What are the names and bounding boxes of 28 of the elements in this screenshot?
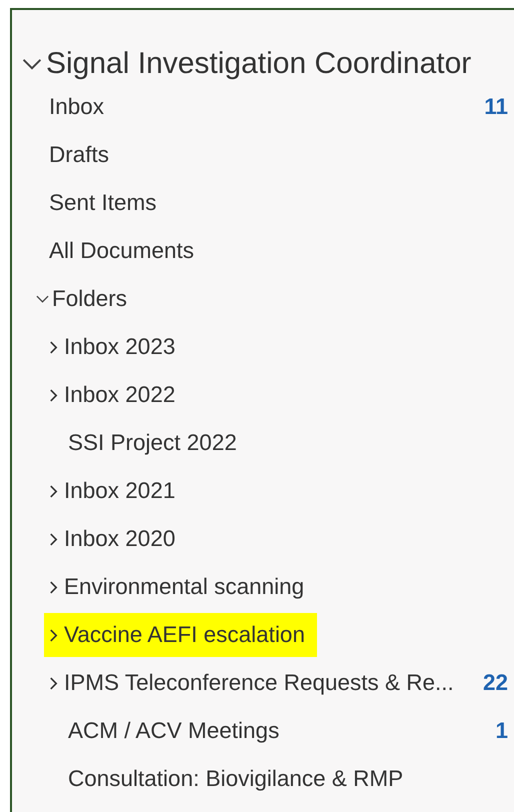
unread-count: 11 [484,94,508,120]
chevron-right-icon[interactable] [49,388,58,402]
chevron-right-icon[interactable] [49,340,58,354]
chevron-right-icon[interactable] [49,676,58,690]
folder-item[interactable]: Inbox 2023 [12,325,508,369]
folder-item[interactable]: Sent Items [12,181,508,225]
folder-item[interactable]: Inbox 11 [12,85,508,129]
folder-item[interactable]: All Documents [12,229,508,273]
chevron-down-icon[interactable] [22,57,42,71]
chevron-right-icon[interactable] [49,532,58,546]
unread-count: 22 [482,670,508,696]
folder-item[interactable]: IPMS Teleconference Requests & Re... 22 [12,661,508,705]
folder-item[interactable]: SSI Project 2022 [12,421,508,465]
folder-item[interactable]: Folders [12,277,508,321]
unread-count: 1 [495,718,508,744]
chevron-right-icon[interactable] [49,628,58,642]
folder-item[interactable]: Vaccine AEFI escalation [44,613,317,657]
chevron-down-icon[interactable] [36,294,49,304]
folder-item[interactable]: ACM / ACV Meetings 1 [12,709,508,753]
chevron-right-icon[interactable] [49,484,58,498]
chevron-right-icon[interactable] [49,580,58,594]
folder-item[interactable]: Environmental scanning [12,565,508,609]
folder-item[interactable]: Inbox 2021 [12,469,508,513]
folder-item[interactable]: Inbox 2020 [12,517,508,561]
folder-item[interactable]: Drafts [12,133,508,177]
folder-item[interactable]: Inbox 2022 [12,373,508,417]
account-title[interactable]: Signal Investigation Coordinator [46,47,472,81]
folder-item[interactable]: Consultation: Biovigilance & RMP [12,757,508,801]
